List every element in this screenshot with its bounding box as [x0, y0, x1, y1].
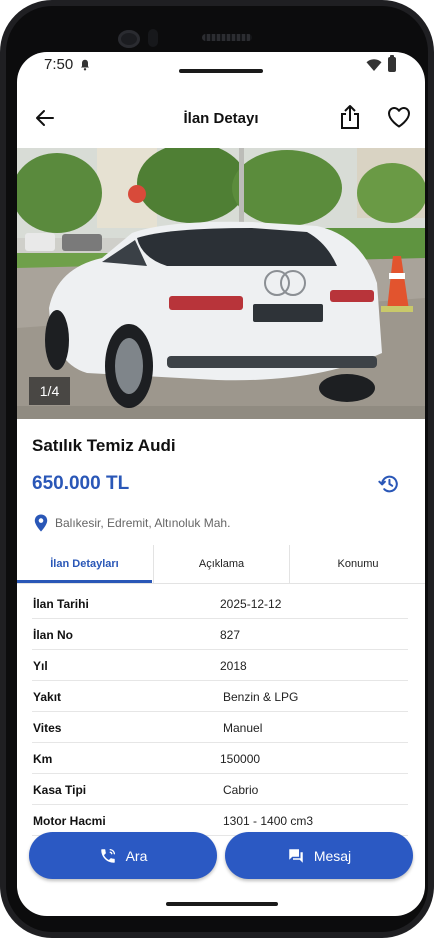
tab-listing-details[interactable]: İlan Detayları	[17, 545, 152, 583]
detail-key: Vites	[33, 721, 62, 735]
detail-key: İlan Tarihi	[33, 597, 89, 611]
chat-icon	[289, 848, 303, 863]
details-table[interactable]: İlan Tarihi 2025-12-12 İlan No 827 Yıl 2…	[32, 587, 408, 867]
share-icon[interactable]	[339, 104, 361, 130]
table-row: Yıl 2018	[32, 649, 408, 681]
phone-frame: 7:50 İlan Detayı 1/4 Satılık Temiz Audi …	[0, 0, 434, 938]
car-image	[17, 148, 425, 419]
status-time: 7:50	[44, 56, 74, 73]
home-indicator	[166, 902, 278, 906]
wifi-icon	[366, 59, 382, 71]
detail-key: Kasa Tipi	[33, 783, 87, 797]
detail-key: Yıl	[33, 659, 48, 673]
call-button[interactable]: Ara	[29, 832, 217, 879]
table-row: Kasa Tipi Cabrio	[32, 773, 408, 805]
screen: 7:50 İlan Detayı 1/4 Satılık Temiz Audi …	[17, 52, 425, 916]
detail-value: 1301 - 1400 cm3	[223, 814, 314, 828]
detail-value: 2025-12-12	[220, 597, 282, 611]
detail-value: 150000	[220, 752, 261, 766]
detail-key: Motor Hacmi	[33, 814, 106, 828]
battery-icon	[388, 55, 396, 72]
car-photo[interactable]: 1/4	[17, 148, 425, 419]
tab-location[interactable]: Konumu	[289, 545, 425, 583]
detail-key: İlan No	[33, 628, 74, 642]
detail-value: 827	[220, 628, 241, 642]
table-row: İlan No 827	[32, 618, 408, 650]
call-button-label: Ara	[125, 847, 148, 864]
camera-sensor	[148, 29, 158, 47]
detail-value: Benzin & LPG	[223, 690, 299, 704]
active-tab-indicator	[17, 580, 152, 583]
location-text: Balıkesir, Edremit, Altınoluk Mah.	[55, 516, 231, 530]
notch-line	[179, 69, 263, 73]
listing-title: Satılık Temiz Audi	[32, 436, 176, 455]
table-row: Km 150000	[32, 742, 408, 774]
detail-value: Manuel	[223, 721, 263, 735]
tab-description[interactable]: Açıklama	[153, 545, 289, 583]
detail-key: Yakıt	[33, 690, 62, 704]
status-bar: 7:50	[17, 52, 425, 80]
favorite-heart-icon[interactable]	[387, 106, 411, 128]
message-button[interactable]: Mesaj	[225, 832, 413, 879]
app-bar: İlan Detayı	[17, 80, 425, 148]
location-pin-icon	[34, 514, 48, 532]
detail-value: 2018	[220, 659, 247, 673]
detail-key: Km	[33, 752, 53, 766]
message-button-label: Mesaj	[313, 847, 352, 864]
detail-tabs: İlan Detayları Açıklama Konumu	[17, 545, 425, 584]
front-camera	[118, 30, 140, 48]
price-history-icon[interactable]	[378, 473, 400, 495]
notification-bell-icon	[81, 59, 89, 71]
page-title: İlan Detayı	[183, 110, 259, 127]
earpiece-speaker	[202, 34, 252, 41]
phone-call-icon	[100, 848, 115, 863]
photo-counter: 1/4	[29, 377, 70, 405]
table-row: Vites Manuel	[32, 711, 408, 743]
listing-price: 650.000 TL	[32, 473, 130, 494]
detail-value: Cabrio	[223, 783, 259, 797]
table-row: Yakıt Benzin & LPG	[32, 680, 408, 712]
table-row: İlan Tarihi 2025-12-12	[32, 587, 408, 619]
